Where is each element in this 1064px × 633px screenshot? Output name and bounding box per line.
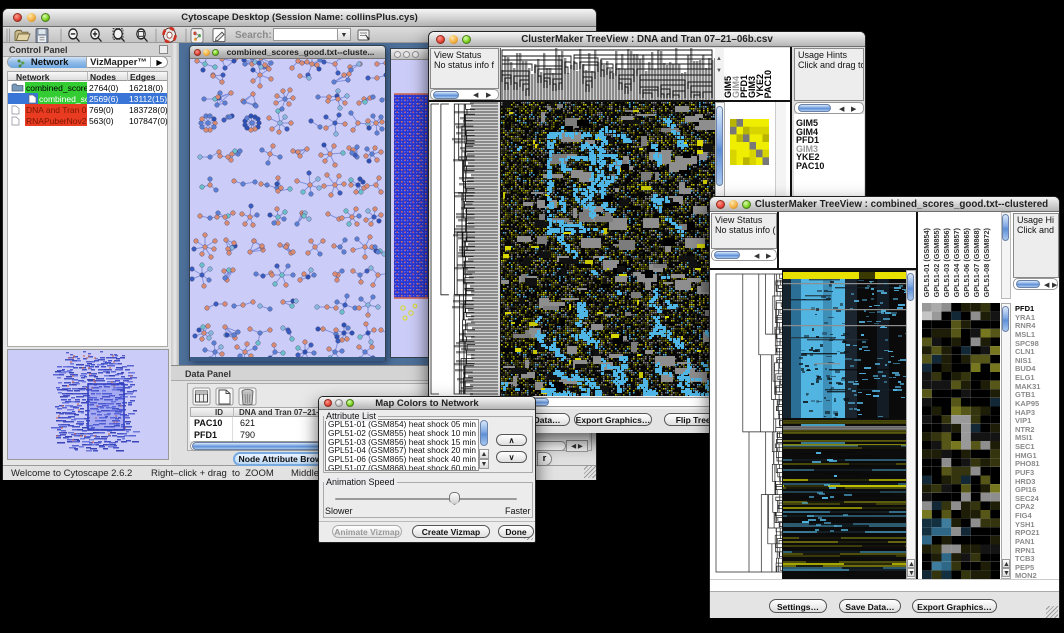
svg-text:Search:: Search:	[235, 30, 272, 41]
